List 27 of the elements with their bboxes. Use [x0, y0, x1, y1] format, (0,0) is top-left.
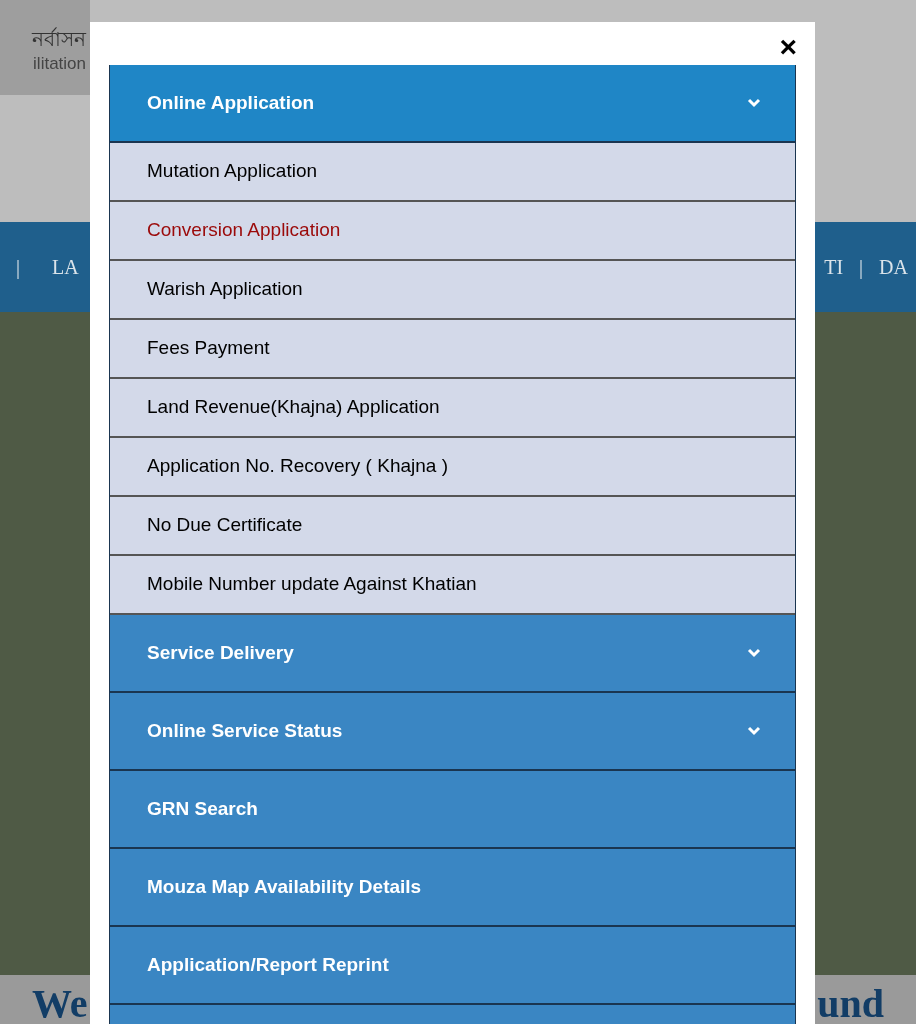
menu-item[interactable]: Mutation Application [110, 143, 795, 202]
nav-link[interactable]: DA [879, 252, 908, 282]
menu-item[interactable]: Mobile Number update Against Khatian [110, 556, 795, 615]
accordion-header[interactable]: Online Service Status [110, 693, 795, 771]
menu-item[interactable]: No Due Certificate [110, 497, 795, 556]
chevron-icon [747, 98, 761, 108]
menu-item[interactable]: Application No. Recovery ( Khajna ) [110, 438, 795, 497]
chevron-icon [747, 648, 761, 658]
nav-link[interactable]: LA [52, 252, 79, 282]
header-subtitle: ilitation [33, 52, 86, 75]
chevron-icon [747, 726, 761, 736]
accordion-header[interactable]: Application/Report Reprint [110, 927, 795, 1005]
menu-item[interactable]: Fees Payment [110, 320, 795, 379]
accordion-header[interactable]: Online Application [110, 65, 795, 143]
accordion-header[interactable]: Mouza Map Availability Details [110, 849, 795, 927]
welcome-heading: We [32, 984, 88, 1024]
nav-separator: | [859, 255, 864, 281]
nav-link[interactable]: TI [824, 252, 844, 282]
menu-item[interactable]: Land Revenue(Khajna) Application [110, 379, 795, 438]
menu-item[interactable]: Warish Application [110, 261, 795, 320]
nav-separator: | [16, 255, 20, 281]
accordion-header[interactable]: Service Delivery [110, 615, 795, 693]
welcome-heading: und [817, 984, 884, 1024]
menu-item[interactable]: Conversion Application [110, 202, 795, 261]
header-title: নর্বাসন [32, 26, 86, 51]
close-button[interactable]: × [779, 32, 797, 62]
accordion-header[interactable]: GRN Search [110, 771, 795, 849]
